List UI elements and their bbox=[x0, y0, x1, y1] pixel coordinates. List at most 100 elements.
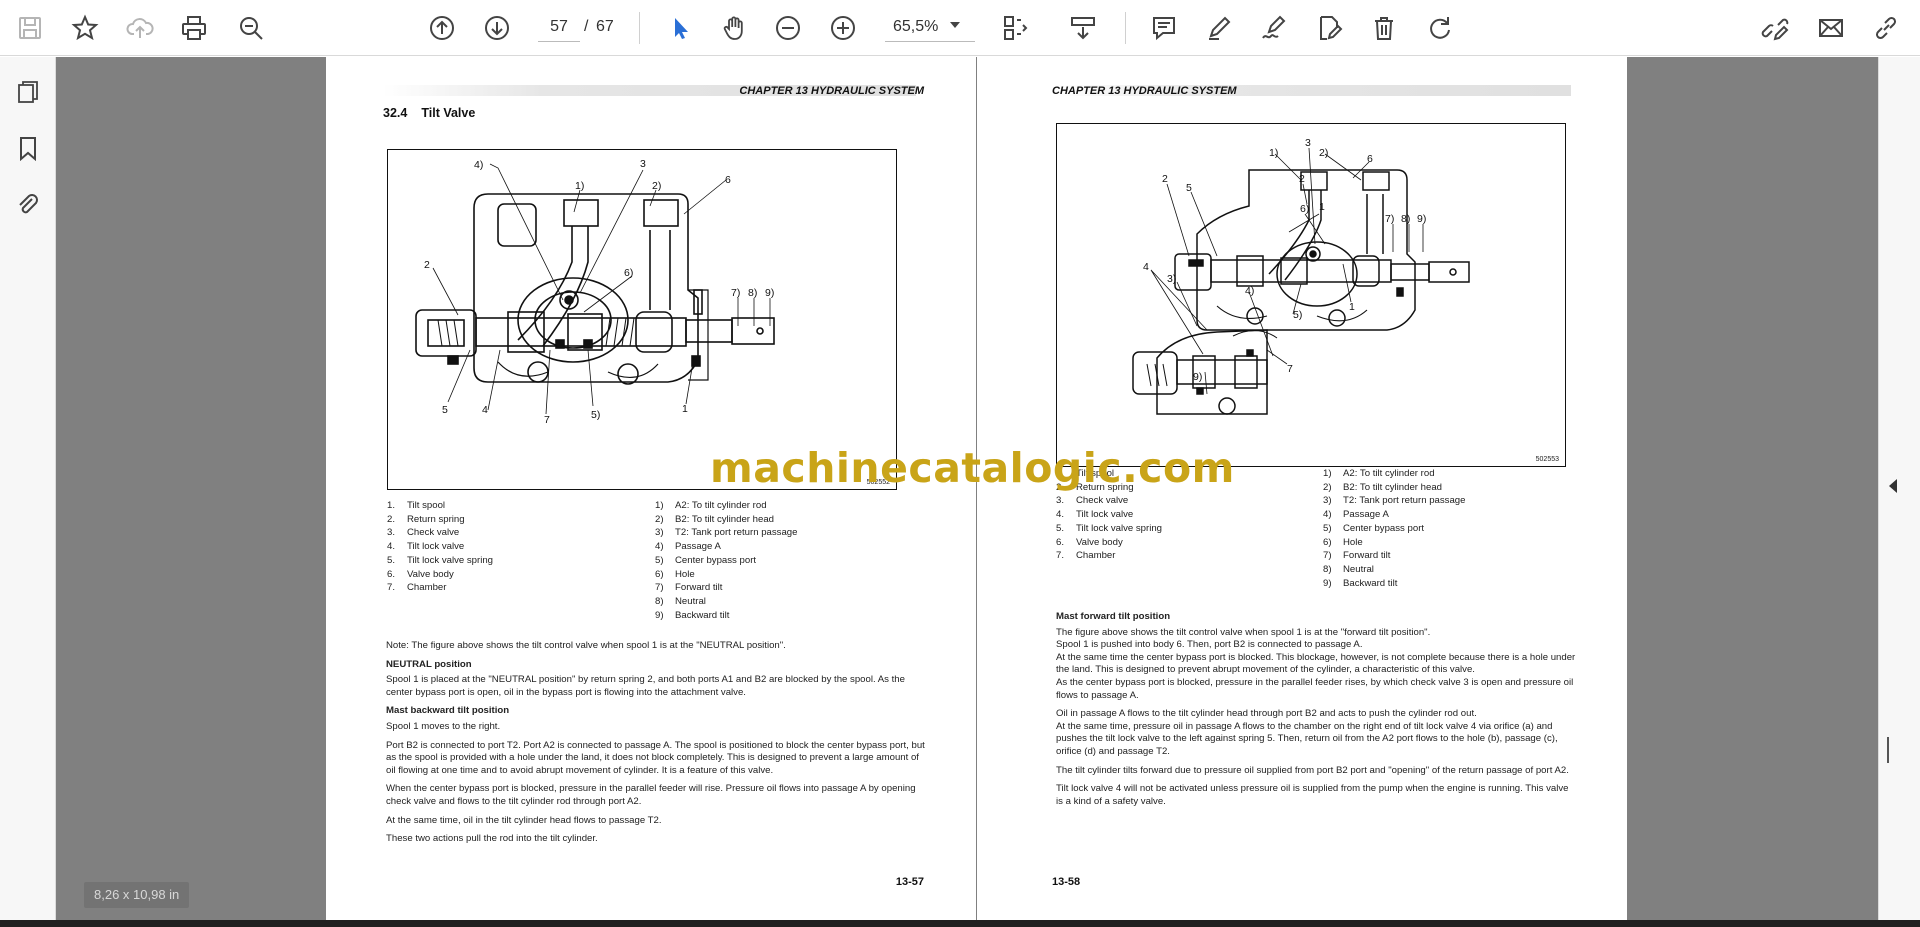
zoom-level-select[interactable]: 65,5% bbox=[885, 12, 975, 42]
current-page-input[interactable]: 57 bbox=[538, 12, 580, 42]
legend-item: 5. Tilt lock valve spring bbox=[387, 554, 494, 566]
expand-right-panel-arrow[interactable] bbox=[1889, 479, 1897, 493]
forward-paragraph-5: Oil in passage A flows to the tilt cylin… bbox=[1056, 708, 1477, 720]
callout-label: 1 bbox=[682, 403, 688, 415]
attachment-paperclip-icon[interactable] bbox=[12, 188, 44, 220]
redo-icon[interactable] bbox=[1422, 10, 1458, 46]
neutral-paragraph: Spool 1 is placed at the "NEUTRAL positi… bbox=[386, 674, 905, 698]
zoom-search-icon[interactable] bbox=[233, 10, 269, 46]
bookmark-icon[interactable] bbox=[12, 132, 44, 164]
callout-label: 3) bbox=[1167, 273, 1176, 285]
page-number: 13-57 bbox=[895, 876, 924, 888]
legend-item: 3. Check valve bbox=[387, 527, 460, 539]
backward-paragraph-2: Port B2 is connected to port T2. Port A2… bbox=[386, 739, 925, 776]
callout-label: 3 bbox=[1305, 137, 1311, 149]
callout-label: 7) bbox=[1385, 213, 1394, 225]
callout-label: 7 bbox=[1287, 363, 1293, 375]
forward-heading: Mast forward tilt position bbox=[1056, 611, 1171, 622]
share-link-icon[interactable] bbox=[1868, 10, 1904, 46]
callout-label: 4) bbox=[474, 159, 483, 171]
callout-label: 5) bbox=[1293, 309, 1302, 321]
legend-item: 7. Chamber bbox=[387, 582, 447, 594]
signature-icon[interactable] bbox=[1256, 10, 1292, 46]
legend-item: 9) Backward tilt bbox=[1323, 577, 1398, 589]
callout-label: 8) bbox=[1401, 213, 1410, 225]
forward-paragraph-3: At the same time the center bypass port … bbox=[1056, 651, 1576, 676]
forward-paragraph-8: Tilt lock valve 4 will not be activated … bbox=[1056, 783, 1569, 807]
trash-icon[interactable] bbox=[1366, 10, 1402, 46]
legend-item: 4. Tilt lock valve bbox=[387, 541, 465, 553]
print-icon[interactable] bbox=[176, 10, 212, 46]
backward-paragraph-5: These two actions pull the rod into the … bbox=[386, 833, 598, 845]
legend-item: 7) Forward tilt bbox=[655, 582, 723, 594]
ports-legend: 1) A2: To tilt cylinder rod 2) B2: To tilt… bbox=[655, 499, 797, 622]
legend-item: 3. Check valve bbox=[1056, 495, 1129, 507]
callout-label: 3 bbox=[640, 158, 646, 170]
highlight-pen-icon[interactable] bbox=[1201, 10, 1237, 46]
legend-item: 6) Hole bbox=[1323, 536, 1363, 548]
page-separator: / bbox=[584, 18, 589, 35]
select-cursor-icon[interactable] bbox=[662, 10, 698, 46]
callout-label: 1) bbox=[575, 180, 584, 192]
callout-label: 4 bbox=[1143, 261, 1149, 273]
zoom-in-icon[interactable] bbox=[825, 10, 861, 46]
callout-label: 2 bbox=[424, 259, 430, 271]
email-icon[interactable] bbox=[1813, 10, 1849, 46]
legend-item: 5) Center bypass port bbox=[1323, 522, 1425, 534]
edit-document-icon[interactable] bbox=[1311, 10, 1347, 46]
previous-page-icon[interactable] bbox=[424, 10, 460, 46]
tilt-valve-figure-neutral: 4) 3 1) 2) 6 2 6) 7) 8) 9) 5 4 7 5) 1 50… bbox=[387, 149, 897, 490]
callout-label: 1 bbox=[1319, 201, 1325, 213]
callout-label: 2) bbox=[652, 180, 661, 192]
section-title: 32.4 Tilt Valve bbox=[383, 106, 475, 120]
cloud-upload-icon[interactable] bbox=[122, 10, 158, 46]
toolbar: 57 / 67 65,5% bbox=[0, 0, 1920, 56]
callout-label: 2) bbox=[1319, 147, 1328, 159]
legend-item: 8) Neutral bbox=[655, 595, 706, 607]
callout-label: 1 bbox=[1349, 301, 1355, 313]
chevron-down-icon[interactable] bbox=[950, 22, 960, 28]
toolbar-divider bbox=[639, 12, 640, 44]
legend-item: 6. Valve body bbox=[387, 568, 454, 580]
callout-label: 6 bbox=[1367, 153, 1373, 165]
legend-item: 3) T2: Tank port return passage bbox=[655, 527, 798, 539]
link-edit-icon[interactable] bbox=[1757, 10, 1793, 46]
legend-item: 5) Center bypass port bbox=[655, 554, 757, 566]
legend-item: 1) A2: To tilt cylinder rod bbox=[1323, 468, 1435, 479]
neutral-heading: NEUTRAL position bbox=[386, 658, 472, 670]
legend-item: 8) Neutral bbox=[1323, 563, 1374, 575]
legend-item: 2) B2: To tilt cylinder head bbox=[1323, 481, 1443, 493]
callout-label: 9) bbox=[765, 287, 774, 299]
legend-item: 2. Return spring bbox=[387, 513, 465, 525]
section-name: Tilt Valve bbox=[421, 106, 476, 120]
callout-label: 7 bbox=[544, 414, 550, 426]
page-size-label: 8,26 x 10,98 in bbox=[84, 882, 190, 908]
page-thumbnails-icon[interactable] bbox=[12, 76, 44, 108]
legend-item: 2) B2: To tilt cylinder head bbox=[655, 513, 775, 525]
page-layout-icon[interactable] bbox=[997, 10, 1033, 46]
zoom-out-icon[interactable] bbox=[770, 10, 806, 46]
backward-paragraph-4: At the same time, oil in the tilt cylind… bbox=[386, 814, 662, 826]
next-page-icon[interactable] bbox=[479, 10, 515, 46]
backward-paragraph-3: When the center bypass port is blocked, … bbox=[386, 783, 916, 807]
scrollbar-thumb[interactable] bbox=[1887, 737, 1889, 763]
legend-item: 6) Hole bbox=[655, 568, 695, 580]
note-paragraph: Note: The figure above shows the tilt co… bbox=[386, 640, 786, 651]
comment-icon[interactable] bbox=[1146, 10, 1182, 46]
toolbar-divider bbox=[1125, 12, 1126, 44]
taskbar-strip bbox=[0, 920, 1920, 927]
legend-item: 1) A2: To tilt cylinder rod bbox=[655, 500, 767, 511]
ports-legend: 1) A2: To tilt cylinder rod 2) B2: To tilt… bbox=[1323, 467, 1465, 590]
watermark-text: machinecatalogic.com bbox=[710, 444, 1235, 492]
tilt-valve-figure-forward: 3 1) 2) 6 2 5 2 1 6) 7) 8) 9) 4 3) 4) 5)… bbox=[1056, 123, 1566, 467]
right-sidebar bbox=[1878, 57, 1920, 920]
callout-label: 6) bbox=[1300, 203, 1309, 215]
forward-paragraph-1: The figure above shows the tilt control … bbox=[1056, 626, 1431, 638]
legend-item: 7) Forward tilt bbox=[1323, 550, 1391, 562]
hand-tool-icon[interactable] bbox=[716, 10, 752, 46]
scroll-mode-icon[interactable] bbox=[1065, 10, 1101, 46]
star-icon[interactable] bbox=[67, 10, 103, 46]
callout-label: 1) bbox=[1269, 147, 1278, 159]
legend-item: 3) T2: Tank port return passage bbox=[1323, 495, 1466, 507]
save-icon[interactable] bbox=[12, 10, 48, 46]
